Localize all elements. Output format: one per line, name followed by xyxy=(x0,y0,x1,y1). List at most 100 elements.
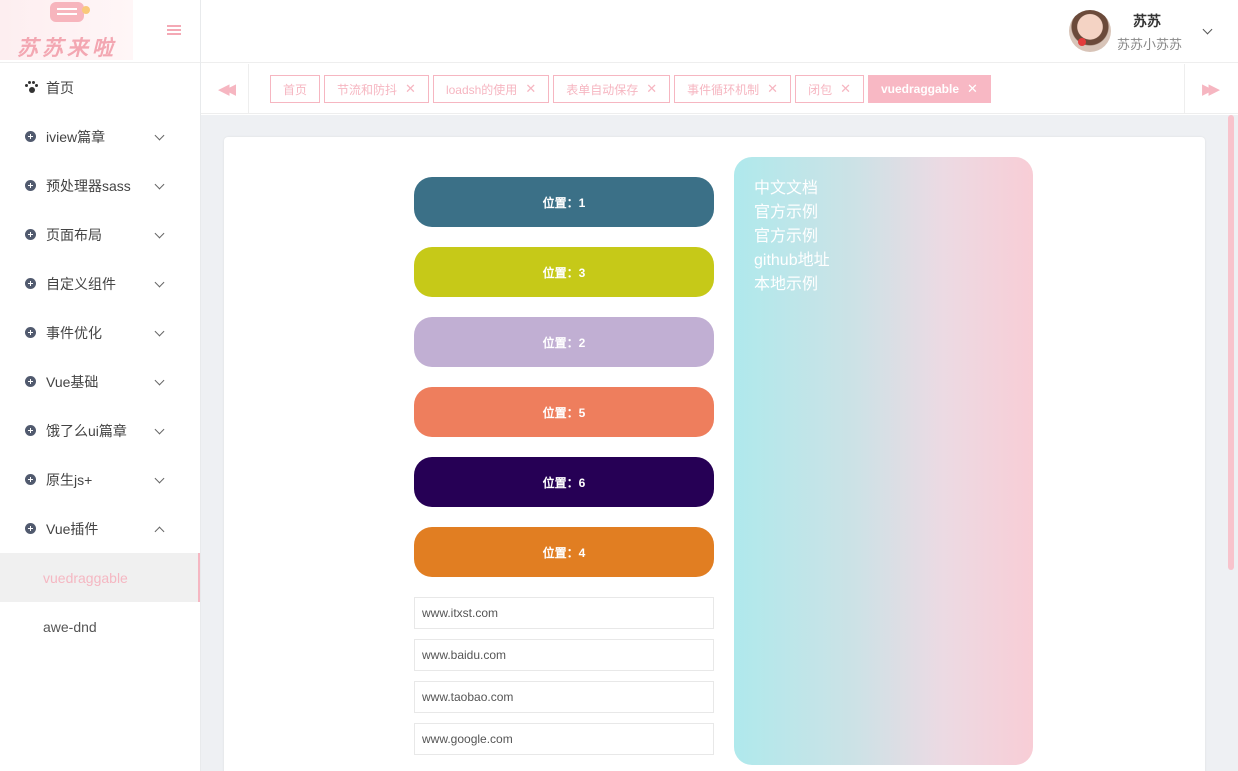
sidebar-item-label: iview篇章 xyxy=(46,128,106,145)
plus-circle-icon xyxy=(25,229,36,240)
chevron-down-icon xyxy=(154,424,165,435)
tabs-scroll-right-icon[interactable]: ▶▶ xyxy=(1184,64,1232,114)
close-icon[interactable]: ✕ xyxy=(525,81,536,97)
draggable-item-label: 位置：4 xyxy=(542,545,586,560)
sidebar-item-label: 原生js+ xyxy=(46,471,93,488)
close-icon[interactable]: ✕ xyxy=(646,81,657,97)
sidebar-item-label: Vue插件 xyxy=(46,520,99,537)
submenu-item-vuedraggable[interactable]: vuedraggable xyxy=(0,553,200,602)
tab-form-autosave[interactable]: 表单自动保存 ✕ xyxy=(553,75,671,103)
site-item[interactable]: www.baidu.com xyxy=(414,639,714,671)
sidebar-menu: 首页 iview篇章 预处理器sass 页面布局 自定义组件 事件优化 Vue基… xyxy=(0,63,200,651)
chevron-down-icon xyxy=(154,228,165,239)
draggable-item[interactable]: 位置：2 xyxy=(414,317,714,367)
tabs-list: 首页 节流和防抖 ✕ loadsh的使用 ✕ 表单自动保存 ✕ 事件循环机制 ✕ 闭包 ✕… xyxy=(270,75,991,103)
tabs-bar: ◀◀ 首页 节流和防抖 ✕ loadsh的使用 ✕ 表单自动保存 ✕ 事件循环机制 ✕ … xyxy=(201,64,1238,114)
tab-lodash[interactable]: loadsh的使用 ✕ xyxy=(432,75,550,103)
sidebar-item-native-js[interactable]: 原生js+ xyxy=(0,455,200,504)
paw-icon xyxy=(25,81,38,94)
sidebar-item-element-ui[interactable]: 饿了么ui篇章 xyxy=(0,406,200,455)
sidebar-item-label: Vue基础 xyxy=(46,373,99,390)
plus-circle-icon xyxy=(25,474,36,485)
link-official-example[interactable]: 官方示例 xyxy=(754,201,1033,225)
plus-circle-icon xyxy=(25,523,36,534)
header: 苏苏 苏苏小苏苏 xyxy=(201,0,1238,63)
sidebar-item-sass[interactable]: 预处理器sass xyxy=(0,161,200,210)
draggable-item-label: 位置：3 xyxy=(542,265,586,280)
draggable-item[interactable]: 位置：5 xyxy=(414,387,714,437)
chevron-up-icon xyxy=(154,526,165,537)
sidebar-item-vue-plugins[interactable]: Vue插件 xyxy=(0,504,200,553)
tab-vuedraggable[interactable]: vuedraggable ✕ xyxy=(867,75,991,103)
close-icon[interactable]: ✕ xyxy=(967,81,978,97)
link-local-example[interactable]: 本地示例 xyxy=(754,273,1033,297)
draggable-item[interactable]: 位置：1 xyxy=(414,177,714,227)
tab-label: 闭包 xyxy=(808,82,833,97)
logo[interactable]: 苏苏来啦 xyxy=(0,0,133,60)
tab-label: 首页 xyxy=(283,82,308,97)
tab-closure[interactable]: 闭包 ✕ xyxy=(795,75,864,103)
link-official-example-2[interactable]: 官方示例 xyxy=(754,225,1033,249)
sidebar-item-event-optimization[interactable]: 事件优化 xyxy=(0,308,200,357)
user-subtitle[interactable]: 苏苏小苏苏 xyxy=(1117,34,1182,53)
plus-circle-icon xyxy=(25,425,36,436)
scrollbar[interactable] xyxy=(1228,115,1234,570)
logo-icon xyxy=(50,2,84,22)
user-name[interactable]: 苏苏 xyxy=(1133,11,1161,31)
draggable-item-label: 位置：2 xyxy=(542,335,586,350)
close-icon[interactable]: ✕ xyxy=(767,81,778,97)
tab-label: 表单自动保存 xyxy=(566,82,639,97)
avatar[interactable] xyxy=(1069,10,1111,52)
content-card xyxy=(224,137,1205,771)
sidebar-item-iview[interactable]: iview篇章 xyxy=(0,112,200,161)
links-list: 中文文档 官方示例 官方示例 github地址 本地示例 xyxy=(734,157,1033,297)
draggable-item-label: 位置：5 xyxy=(542,405,586,420)
sidebar-item-vue-basics[interactable]: Vue基础 xyxy=(0,357,200,406)
chevron-down-icon xyxy=(154,130,165,141)
logo-text: 苏苏来啦 xyxy=(17,35,117,60)
chevron-down-icon[interactable] xyxy=(1202,24,1213,35)
menu-toggle-icon[interactable] xyxy=(167,25,181,36)
logo-dot-icon xyxy=(82,6,90,14)
tab-event-loop[interactable]: 事件循环机制 ✕ xyxy=(674,75,792,103)
sidebar-item-label: 事件优化 xyxy=(46,324,102,341)
chevron-down-icon xyxy=(154,326,165,337)
chevron-down-icon xyxy=(154,473,165,484)
site-item[interactable]: www.itxst.com xyxy=(414,597,714,629)
link-chinese-docs[interactable]: 中文文档 xyxy=(754,177,1033,201)
logo-area: 苏苏来啦 xyxy=(0,0,200,63)
draggable-item[interactable]: 位置：6 xyxy=(414,457,714,507)
close-icon[interactable]: ✕ xyxy=(405,81,416,97)
draggable-item[interactable]: 位置：3 xyxy=(414,247,714,297)
sidebar-item-label: 饿了么ui篇章 xyxy=(46,422,127,439)
links-panel: 中文文档 官方示例 官方示例 github地址 本地示例 xyxy=(734,157,1033,765)
tab-home[interactable]: 首页 xyxy=(270,75,321,103)
chevron-down-icon xyxy=(154,375,165,386)
plus-circle-icon xyxy=(25,131,36,142)
submenu-item-awe-dnd[interactable]: awe-dnd xyxy=(0,602,200,651)
chevron-down-icon xyxy=(154,277,165,288)
sidebar-item-home[interactable]: 首页 xyxy=(0,63,200,112)
plus-circle-icon xyxy=(25,327,36,338)
draggable-item-label: 位置：1 xyxy=(542,195,586,210)
close-icon[interactable]: ✕ xyxy=(840,81,851,97)
sidebar-item-label: 预处理器sass xyxy=(46,177,131,194)
tab-throttle-debounce[interactable]: 节流和防抖 ✕ xyxy=(324,75,429,103)
plus-circle-icon xyxy=(25,278,36,289)
sidebar-item-label: 自定义组件 xyxy=(46,275,116,292)
chevron-down-icon xyxy=(154,179,165,190)
tab-label: loadsh的使用 xyxy=(445,82,518,97)
tabs-scroll-left-icon[interactable]: ◀◀ xyxy=(201,64,249,114)
draggable-item-label: 位置：6 xyxy=(542,475,586,490)
sidebar-item-label: 首页 xyxy=(46,79,74,96)
draggable-item[interactable]: 位置：4 xyxy=(414,527,714,577)
tab-label: vuedraggable xyxy=(880,82,960,96)
sidebar: 苏苏来啦 首页 iview篇章 预处理器sass 页面布局 自定义组件 事件优化… xyxy=(0,0,201,771)
site-item[interactable]: www.google.com xyxy=(414,723,714,755)
link-github[interactable]: github地址 xyxy=(754,249,1033,273)
site-item[interactable]: www.taobao.com xyxy=(414,681,714,713)
tab-label: 节流和防抖 xyxy=(337,82,398,97)
sidebar-item-layout[interactable]: 页面布局 xyxy=(0,210,200,259)
plus-circle-icon xyxy=(25,376,36,387)
sidebar-item-custom-components[interactable]: 自定义组件 xyxy=(0,259,200,308)
